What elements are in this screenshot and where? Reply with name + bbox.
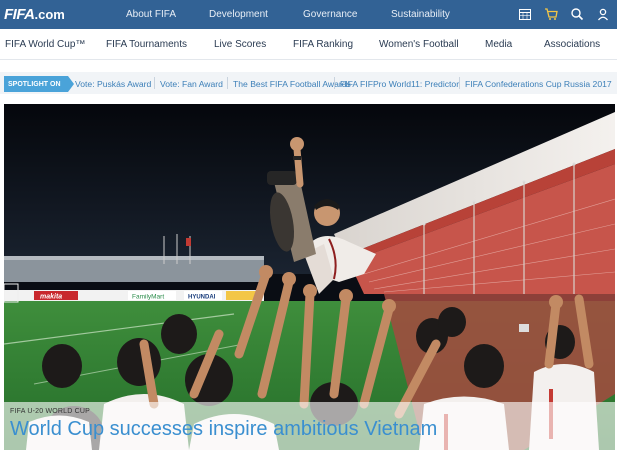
ad-familymart: FamilyMart [132, 294, 164, 301]
logo-suffix: .com [34, 7, 65, 22]
divider [154, 77, 155, 89]
fifa-logo[interactable]: FIFA .com [4, 5, 65, 24]
subnav-ranking[interactable]: FIFA Ranking [293, 39, 353, 50]
cart-icon[interactable] [543, 6, 559, 22]
spotlight-link-world11[interactable]: FIFA FIFPro World11: Predictor [340, 79, 459, 89]
spotlight-link-fan-award[interactable]: Vote: Fan Award [160, 79, 223, 89]
logo-main: FIFA [4, 6, 35, 23]
divider [459, 77, 460, 89]
subnav-media[interactable]: Media [485, 39, 512, 50]
nav-development[interactable]: Development [209, 9, 268, 20]
nav-about-fifa[interactable]: About FIFA [126, 9, 176, 20]
calendar-icon[interactable] [517, 6, 533, 22]
spotlight-bar: SPOTLIGHT ON Vote: Puskás Award Vote: Fa… [0, 72, 617, 94]
hero-headline[interactable]: World Cup successes inspire ambitious Vi… [10, 418, 437, 441]
top-bar: FIFA .com About FIFA Development Governa… [0, 0, 617, 29]
subnav-womens-football[interactable]: Women's Football [379, 39, 459, 50]
hero-banner[interactable]: makita FamilyMart HYUNDAI FIFA U-20 WORL… [4, 104, 615, 450]
subnav-tournaments[interactable]: FIFA Tournaments [106, 39, 187, 50]
spotlight-tag: SPOTLIGHT ON [4, 76, 74, 92]
nav-governance[interactable]: Governance [303, 9, 357, 20]
divider [334, 77, 335, 89]
ad-hyundai: HYUNDAI [188, 295, 216, 301]
hero-caption[interactable]: FIFA U-20 WORLD CUP World Cup successes … [4, 402, 615, 450]
hero-photo: makita FamilyMart HYUNDAI [4, 104, 615, 450]
subnav-live-scores[interactable]: Live Scores [214, 39, 266, 50]
spotlight-link-confed-cup[interactable]: FIFA Confederations Cup Russia 2017 [465, 79, 612, 89]
spotlight-link-puskas[interactable]: Vote: Puskás Award [75, 79, 151, 89]
search-icon[interactable] [569, 6, 585, 22]
subnav-world-cup[interactable]: FIFA World Cup™ [5, 39, 85, 50]
nav-sustainability[interactable]: Sustainability [391, 9, 450, 20]
subnav-associations[interactable]: Associations [544, 39, 600, 50]
hero-kicker: FIFA U-20 WORLD CUP [10, 408, 91, 415]
secondary-nav: FIFA World Cup™ FIFA Tournaments Live Sc… [0, 29, 617, 60]
user-icon[interactable] [595, 6, 611, 22]
ad-makita: makita [40, 294, 62, 301]
divider [227, 77, 228, 89]
